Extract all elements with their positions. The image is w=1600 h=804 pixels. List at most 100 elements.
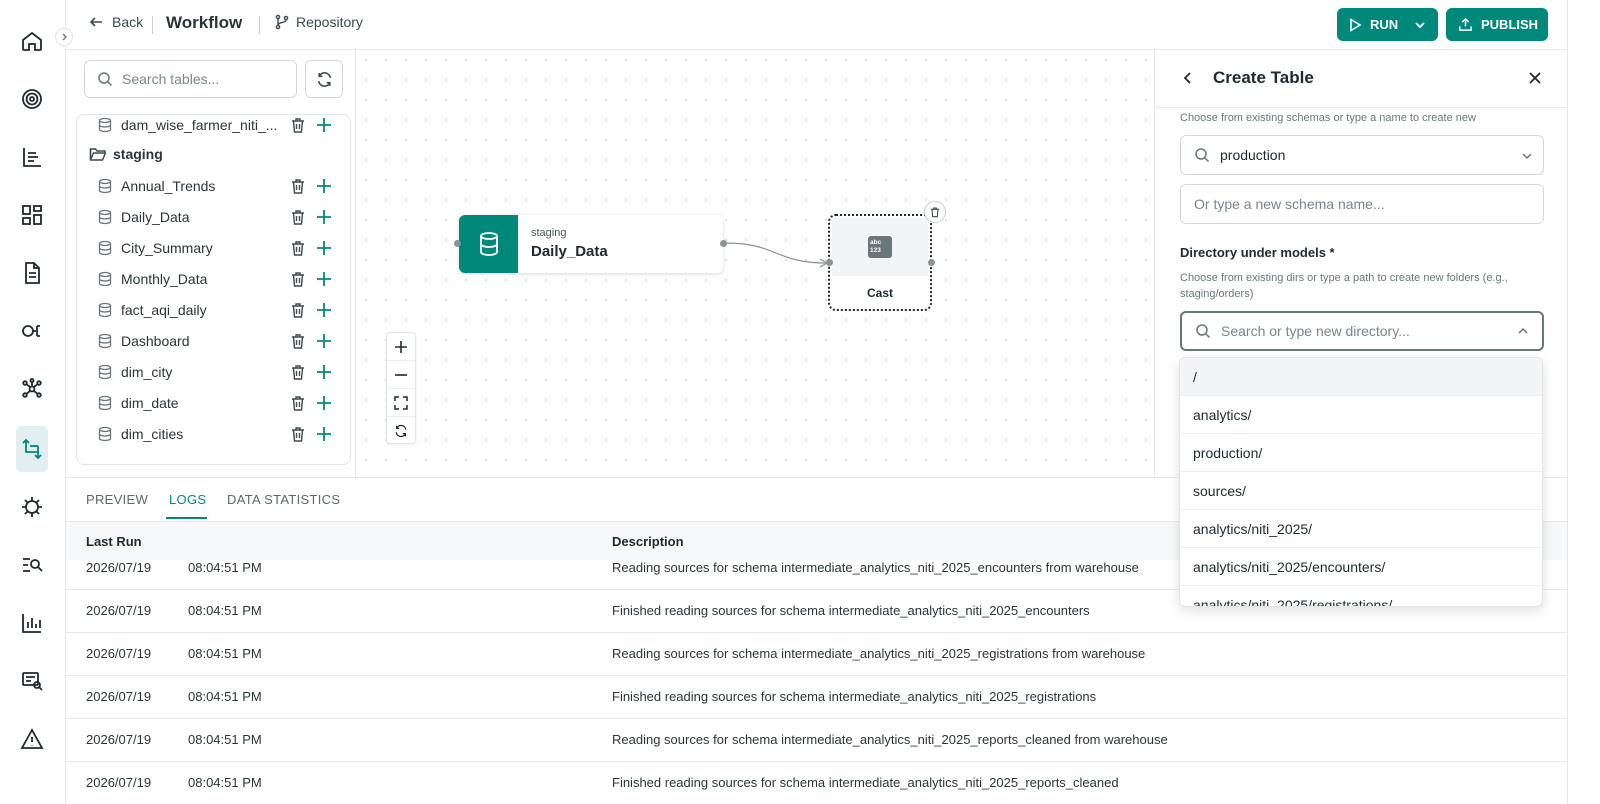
log-time: 08:04:51 PM (188, 732, 262, 747)
expand-rail-toggle[interactable] (55, 28, 73, 46)
report-icon[interactable] (16, 665, 48, 697)
tab-logs[interactable]: LOGS (169, 492, 206, 507)
node-output-port[interactable] (720, 240, 727, 247)
tab-preview[interactable]: PREVIEW (86, 492, 148, 507)
git-branch-icon (275, 14, 289, 30)
dropdown-option[interactable]: analytics/niti_2025/ (1180, 510, 1542, 548)
chart-icon[interactable] (16, 607, 48, 639)
directory-input[interactable]: Search or type new directory... (1180, 311, 1544, 351)
node-input-port[interactable] (454, 240, 461, 247)
cast-node[interactable]: abc 123 Cast (828, 214, 932, 311)
target-icon[interactable] (16, 83, 48, 115)
add-icon[interactable] (315, 239, 333, 257)
search-tables-input[interactable]: Search tables... (84, 60, 297, 98)
node-output-port[interactable] (928, 259, 935, 266)
trash-icon[interactable] (289, 239, 307, 257)
list-icon[interactable] (16, 141, 48, 173)
home-icon[interactable] (16, 25, 48, 57)
trash-icon[interactable] (289, 425, 307, 443)
log-date: 2026/07/19 (86, 689, 152, 704)
dropdown-option[interactable]: production/ (1180, 434, 1542, 472)
table-item[interactable]: dim_date (77, 388, 350, 418)
trash-icon[interactable] (289, 270, 307, 288)
search-list-icon[interactable] (16, 549, 48, 581)
tab-data-statistics[interactable]: DATA STATISTICS (227, 492, 340, 507)
table-item[interactable]: Annual_Trends (77, 171, 350, 201)
new-schema-input[interactable]: Or type a new schema name... (1180, 184, 1544, 224)
dropdown-option[interactable]: analytics/ (1180, 396, 1542, 434)
add-icon[interactable] (315, 270, 333, 288)
cast-label: Cast (866, 286, 893, 300)
table-item[interactable]: dam_wise_farmer_niti_... (77, 115, 350, 140)
delete-node-button[interactable] (924, 201, 946, 223)
network-icon[interactable] (16, 373, 48, 405)
database-icon (98, 302, 112, 318)
refresh-icon (395, 424, 407, 438)
folder-item-staging[interactable]: staging (77, 139, 350, 169)
search-icon (1196, 324, 1211, 339)
trash-icon[interactable] (289, 363, 307, 381)
column-description: Description (612, 534, 684, 549)
add-icon[interactable] (315, 425, 333, 443)
table-item[interactable]: Dashboard (77, 326, 350, 356)
play-icon (1350, 17, 1362, 32)
document-icon[interactable] (16, 257, 48, 289)
table-item[interactable]: City_Summary (77, 233, 350, 263)
table-name: dim_cities (121, 426, 184, 442)
workflow-canvas[interactable]: staging Daily_Data abc 123 Cast (356, 50, 1154, 477)
table-row: 2026/07/19 08:04:51 PM Reading sources f… (66, 633, 1567, 676)
pipeline-icon[interactable] (16, 315, 48, 347)
chevron-down-icon (1522, 153, 1532, 160)
panel-header: Create Table (1155, 50, 1567, 108)
dropdown-option[interactable]: analytics/niti_2025/registrations/ (1180, 586, 1542, 607)
directory-help-text: Choose from existing dirs or type a path… (1180, 272, 1508, 300)
transform-icon[interactable] (16, 426, 48, 472)
table-item[interactable]: dim_cities (77, 419, 350, 449)
dashboard-icon[interactable] (16, 199, 48, 231)
table-item[interactable]: Daily_Data (77, 202, 350, 232)
chevron-right-icon (62, 33, 67, 41)
table-name: Daily_Data (121, 209, 190, 225)
table-item[interactable]: Monthly_Data (77, 264, 350, 294)
table-item[interactable]: dim_city (77, 357, 350, 387)
log-time: 08:04:51 PM (188, 603, 262, 618)
schema-select[interactable]: production (1180, 135, 1544, 175)
table-item[interactable]: fact_aqi_daily (77, 295, 350, 325)
publish-label: PUBLISH (1481, 17, 1539, 32)
add-icon[interactable] (315, 116, 333, 134)
back-button[interactable]: Back (88, 14, 143, 30)
dropdown-option[interactable]: sources/ (1180, 472, 1542, 510)
source-node[interactable]: staging Daily_Data (459, 215, 723, 273)
node-input-port[interactable] (826, 259, 833, 266)
trash-icon[interactable] (289, 208, 307, 226)
zoom-in-button[interactable] (387, 333, 415, 361)
add-icon[interactable] (315, 177, 333, 195)
chevron-down-icon[interactable] (1414, 19, 1426, 31)
add-icon[interactable] (315, 394, 333, 412)
repository-link[interactable]: Repository (274, 14, 363, 30)
publish-button[interactable]: PUBLISH (1446, 8, 1548, 41)
trash-icon[interactable] (289, 394, 307, 412)
log-description: Reading sources for schema intermediate_… (612, 646, 1146, 661)
new-schema-placeholder: Or type a new schema name... (1194, 196, 1385, 212)
reset-view-button[interactable] (387, 417, 415, 445)
trash-icon[interactable] (289, 177, 307, 195)
chevron-left-icon[interactable] (1180, 70, 1196, 86)
close-icon[interactable] (1527, 70, 1543, 86)
add-icon[interactable] (315, 332, 333, 350)
trash-icon[interactable] (289, 332, 307, 350)
dropdown-option[interactable]: / (1180, 358, 1542, 396)
alert-icon[interactable] (16, 723, 48, 755)
refresh-button[interactable] (305, 60, 343, 98)
add-icon[interactable] (315, 208, 333, 226)
add-icon[interactable] (315, 363, 333, 381)
add-icon[interactable] (315, 301, 333, 319)
fit-view-button[interactable] (387, 389, 415, 417)
table-row: 2026/07/19 08:04:51 PM Reading sources f… (66, 719, 1567, 762)
run-button[interactable]: RUN (1337, 8, 1438, 41)
bug-icon[interactable] (16, 491, 48, 523)
trash-icon[interactable] (289, 301, 307, 319)
zoom-out-button[interactable] (387, 361, 415, 389)
dropdown-option[interactable]: analytics/niti_2025/encounters/ (1180, 548, 1542, 586)
trash-icon[interactable] (289, 116, 307, 134)
